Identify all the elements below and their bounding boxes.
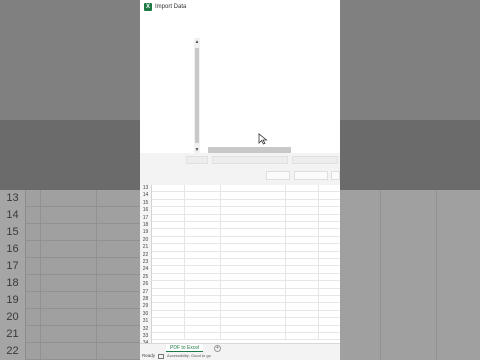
row-number[interactable]: 27 — [140, 288, 152, 296]
row-number[interactable]: 32 — [140, 325, 152, 333]
table-row[interactable]: 31 — [140, 318, 340, 326]
row-number[interactable]: 20 — [140, 236, 152, 245]
row-number[interactable]: 22 — [140, 251, 152, 259]
table-row[interactable]: 26 — [140, 281, 340, 289]
row-number[interactable]: 33 — [140, 333, 152, 341]
dialog-footer — [140, 153, 340, 185]
accessibility-icon — [158, 353, 164, 359]
worksheet-grid[interactable]: 13 14 15 16 17 18 19 20 21 22 23 24 25 26 27 28 29 30 31 32… — [140, 185, 340, 348]
row-number[interactable]: 19 — [140, 229, 152, 237]
background-spreadsheet-right — [340, 0, 480, 360]
table-row[interactable]: 21 — [140, 244, 340, 252]
row-number[interactable]: 24 — [140, 266, 152, 274]
table-row[interactable]: 16 — [140, 207, 340, 215]
row-number[interactable]: 21 — [140, 244, 152, 252]
add-sheet-icon[interactable]: + — [214, 345, 221, 352]
column-line — [184, 185, 185, 340]
excel-icon: X — [144, 3, 152, 11]
status-bar: Ready Accessibility: Good to go — [140, 352, 340, 360]
column-line — [318, 185, 319, 340]
excel-window: X Import Data ▲ ▼ 13 14 15 16 17 18 19 20 21 22 23… — [140, 0, 340, 360]
dialog-button[interactable] — [331, 171, 340, 180]
column-line — [220, 185, 221, 340]
row-number[interactable]: 23 — [140, 259, 152, 267]
row-number[interactable]: 17 — [140, 214, 152, 222]
accessibility-status: Accessibility: Good to go — [167, 353, 211, 358]
table-row[interactable]: 23 — [140, 259, 340, 267]
footer-field[interactable] — [292, 156, 338, 164]
dialog-button[interactable] — [266, 171, 290, 180]
table-row[interactable]: 29 — [140, 303, 340, 311]
sheet-tab-bar: PDF to Excel + — [140, 343, 340, 353]
row-number[interactable]: 26 — [140, 281, 152, 289]
background-shade — [0, 0, 140, 360]
table-row[interactable]: 32 — [140, 325, 340, 333]
table-row[interactable]: 19 — [140, 229, 340, 237]
row-number[interactable]: 29 — [140, 303, 152, 311]
row-number[interactable]: 31 — [140, 318, 152, 326]
table-row[interactable]: 30 — [140, 310, 340, 319]
row-number[interactable]: 16 — [140, 207, 152, 215]
row-number[interactable]: 13 — [140, 185, 152, 193]
background-shade — [340, 0, 480, 360]
row-number[interactable]: 25 — [140, 273, 152, 282]
table-row[interactable]: 28 — [140, 296, 340, 304]
table-row[interactable]: 15 — [140, 199, 340, 208]
dialog-title: Import Data — [155, 4, 187, 10]
row-number[interactable]: 28 — [140, 296, 152, 304]
dialog-title-bar: X Import Data — [144, 2, 186, 12]
mouse-cursor-icon — [258, 133, 268, 145]
footer-field[interactable] — [186, 156, 208, 164]
table-row[interactable]: 33 — [140, 333, 340, 341]
row-number[interactable]: 30 — [140, 310, 152, 319]
table-row[interactable]: 22 — [140, 251, 340, 259]
table-row[interactable]: 14 — [140, 192, 340, 200]
background-spreadsheet-left: 13 14 15 16 17 18 19 20 21 22 — [0, 0, 140, 360]
table-row[interactable]: 24 — [140, 266, 340, 274]
scrollbar-thumb[interactable] — [195, 48, 199, 143]
table-row[interactable]: 27 — [140, 288, 340, 296]
table-row[interactable]: 17 — [140, 214, 340, 222]
table-row[interactable]: 25 — [140, 273, 340, 282]
row-number[interactable]: 18 — [140, 222, 152, 230]
footer-field[interactable] — [212, 156, 288, 164]
table-row[interactable]: 20 — [140, 236, 340, 245]
import-data-dialog: X Import Data ▲ ▼ — [140, 0, 340, 185]
table-row[interactable]: 18 — [140, 222, 340, 230]
vertical-scrollbar[interactable]: ▲ ▼ — [194, 38, 200, 154]
row-number[interactable]: 15 — [140, 199, 152, 208]
table-row[interactable]: 13 — [140, 185, 340, 193]
dialog-button[interactable] — [294, 171, 328, 180]
status-ready: Ready — [142, 353, 156, 358]
scroll-up-arrow-icon[interactable]: ▲ — [194, 38, 200, 46]
column-line — [285, 185, 286, 340]
row-number[interactable]: 14 — [140, 192, 152, 200]
